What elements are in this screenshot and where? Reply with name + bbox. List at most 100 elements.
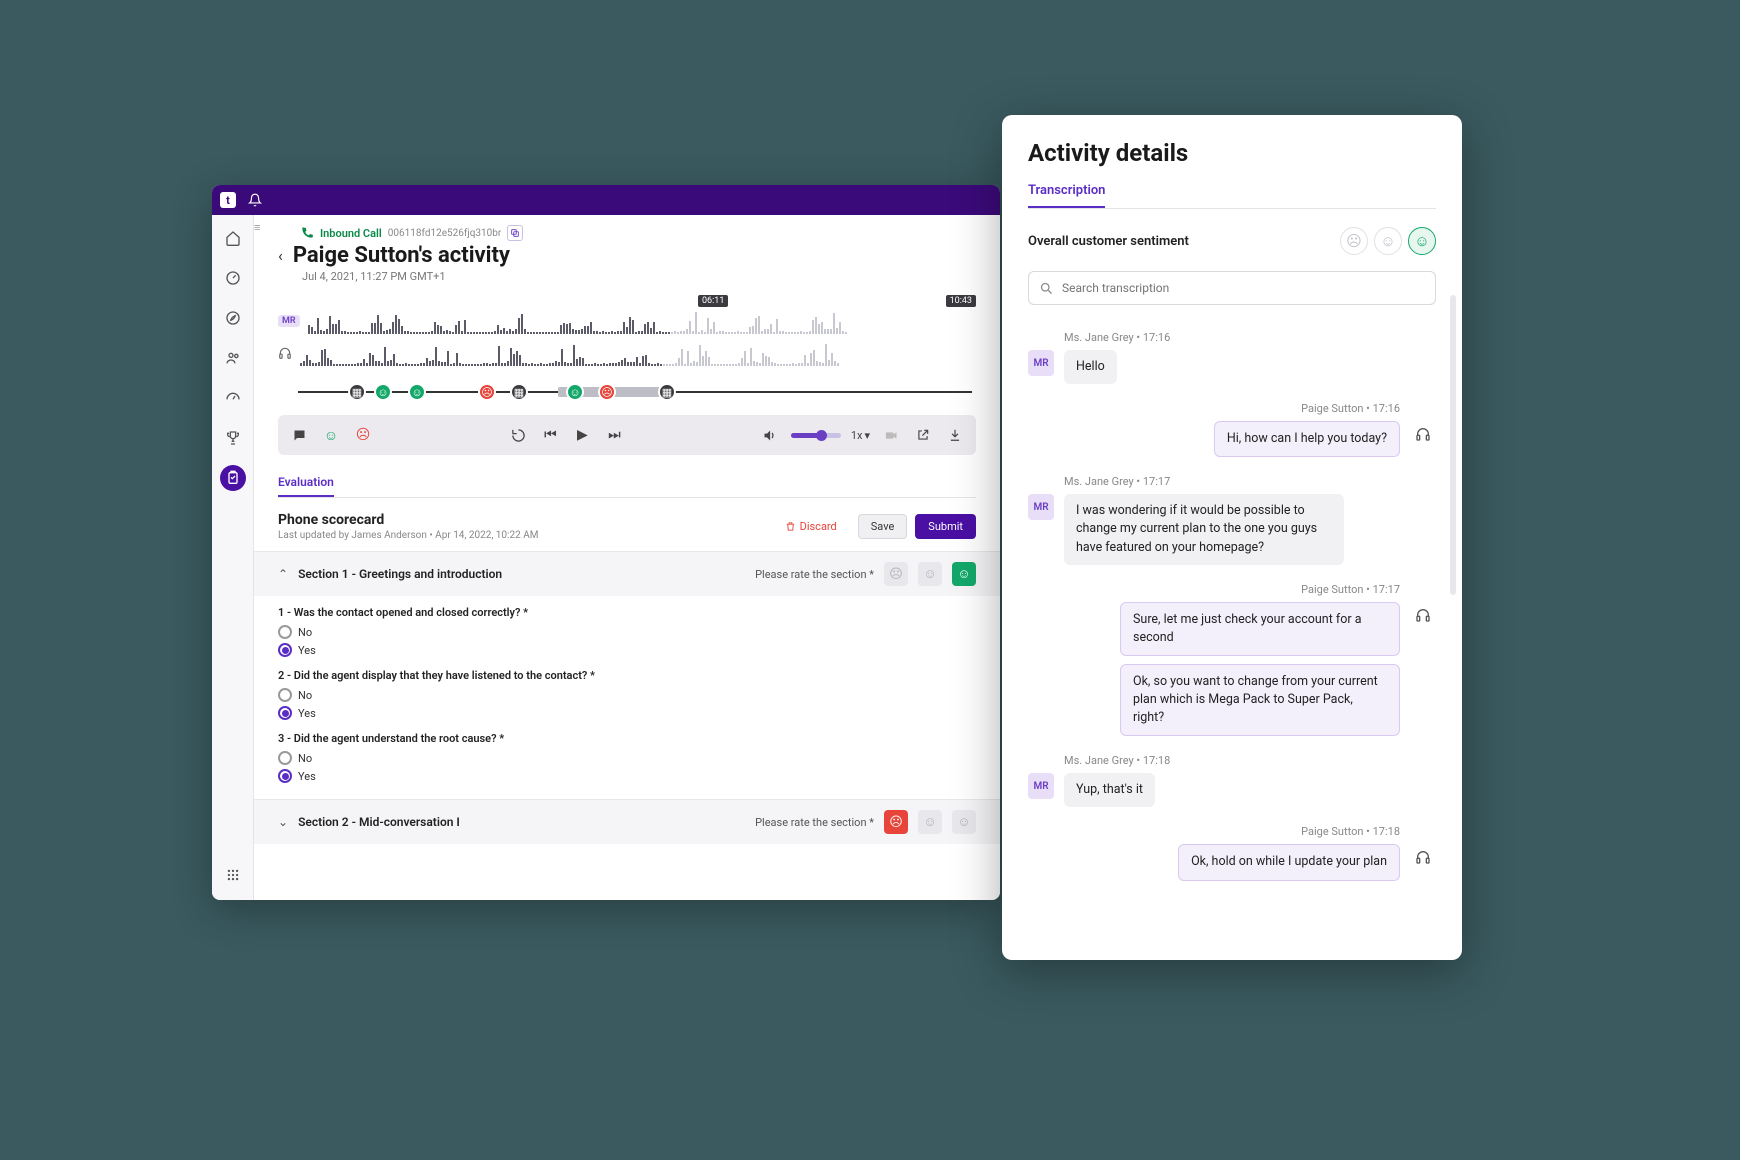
comment-icon[interactable] <box>288 424 310 446</box>
collapse-sidebar-icon[interactable]: ≡ <box>254 221 260 234</box>
gauge-icon[interactable] <box>220 265 246 291</box>
waveform-area: 06:11 10:43 MR ▦ ☺ ☺ ☹ ▦ <box>278 305 976 407</box>
chevron-down-icon[interactable]: ⌄ <box>278 815 288 829</box>
message-meta: Ms. Jane Grey • 17:18 <box>1064 754 1436 767</box>
speaker-badge: MR <box>278 315 300 327</box>
smile-icon[interactable]: ☺ <box>320 424 342 446</box>
answer-no[interactable]: No <box>278 625 976 639</box>
customer-avatar: MR <box>1028 773 1054 799</box>
rate-good-button[interactable]: ☺ <box>952 810 976 834</box>
rate-good-button[interactable]: ☺ <box>952 562 976 586</box>
chevron-up-icon[interactable]: ⌃ <box>278 567 288 581</box>
back-button[interactable]: ‹ <box>278 246 283 265</box>
note-marker-icon[interactable]: ▦ <box>510 383 528 401</box>
clipboard-icon[interactable] <box>220 465 246 491</box>
sidebar <box>212 215 254 900</box>
skip-forward-icon[interactable]: ⏭ <box>603 424 625 446</box>
apps-icon[interactable] <box>220 862 246 888</box>
customer-message: Hello <box>1064 350 1117 384</box>
submit-button[interactable]: Submit <box>915 514 976 539</box>
section-title: Section 1 - Greetings and introduction <box>298 567 745 581</box>
home-icon[interactable] <box>220 225 246 251</box>
page-title: Paige Sutton's activity <box>293 243 510 268</box>
section-2-header[interactable]: ⌄ Section 2 - Mid-conversation I Please … <box>254 799 1000 844</box>
rate-neutral-button[interactable]: ☺ <box>918 810 942 834</box>
trophy-icon[interactable] <box>220 425 246 451</box>
discard-button[interactable]: Discard <box>772 514 850 539</box>
sentiment-good-marker[interactable]: ☺ <box>374 383 392 401</box>
search-icon <box>1039 281 1054 296</box>
search-input-wrapper <box>1028 271 1436 305</box>
message-meta: Ms. Jane Grey • 17:16 <box>1064 331 1436 344</box>
scrollbar[interactable] <box>1450 295 1456 595</box>
question-label: 1 - Was the contact opened and closed co… <box>278 606 976 619</box>
playback-speed[interactable]: 1x ▾ <box>851 429 870 442</box>
activity-timestamp: Jul 4, 2021, 11:27 PM GMT+1 <box>302 270 976 283</box>
message-meta: Paige Sutton • 17:17 <box>1028 583 1400 596</box>
agent-message: Ok, so you want to change from your curr… <box>1120 664 1400 736</box>
people-icon[interactable] <box>220 345 246 371</box>
answer-yes[interactable]: Yes <box>278 643 976 657</box>
agent-message: Sure, let me just check your account for… <box>1120 602 1400 656</box>
main-content: ≡ Inbound Call 006118fd12e526fjq310br ‹ … <box>254 215 1000 900</box>
sentiment-good-marker[interactable]: ☺ <box>408 383 426 401</box>
popout-icon[interactable] <box>912 424 934 446</box>
details-title: Activity details <box>1028 139 1436 167</box>
rate-bad-button[interactable]: ☹ <box>884 810 908 834</box>
activity-window: t ≡ Inbound Call 006118fd12e526fjq310br <box>212 185 1000 900</box>
sentiment-bad-marker[interactable]: ☹ <box>598 383 616 401</box>
tab-evaluation[interactable]: Evaluation <box>278 469 334 497</box>
skip-back-icon[interactable]: ⏮ <box>539 424 561 446</box>
agent-waveform[interactable] <box>300 340 976 366</box>
video-icon[interactable] <box>880 424 902 446</box>
sentiment-good-marker[interactable]: ☺ <box>566 383 584 401</box>
volume-icon[interactable] <box>759 424 781 446</box>
timeline-track[interactable]: ▦ ☺ ☺ ☹ ▦ ☺ ☹ ▦ <box>278 377 976 407</box>
section-1-header[interactable]: ⌃ Section 1 - Greetings and introduction… <box>254 551 1000 596</box>
question-label: 2 - Did the agent display that they have… <box>278 669 976 682</box>
agent-message: Hi, how can I help you today? <box>1214 421 1400 457</box>
bell-icon[interactable] <box>246 191 264 209</box>
headphones-icon <box>278 346 292 360</box>
rate-neutral-button[interactable]: ☺ <box>918 562 942 586</box>
message-meta: Paige Sutton • 17:16 <box>1028 402 1400 415</box>
message-meta: Paige Sutton • 17:18 <box>1028 825 1400 838</box>
sentiment-good-icon[interactable]: ☺ <box>1408 227 1436 255</box>
sentiment-neutral-icon[interactable]: ☺ <box>1374 227 1402 255</box>
app-logo: t <box>220 192 236 208</box>
sentiment-label: Overall customer sentiment <box>1028 234 1334 249</box>
volume-slider[interactable] <box>791 433 841 438</box>
save-button[interactable]: Save <box>858 514 908 539</box>
play-icon[interactable]: ▶ <box>571 424 593 446</box>
transcript-list[interactable]: Ms. Jane Grey • 17:16 MR Hello Paige Sut… <box>1002 305 1462 950</box>
sentiment-bad-icon[interactable]: ☹ <box>1340 227 1368 255</box>
customer-message: I was wondering if it would be possible … <box>1064 494 1344 564</box>
scorecard-title: Phone scorecard <box>278 512 772 528</box>
compass-icon[interactable] <box>220 305 246 331</box>
note-marker-icon[interactable]: ▦ <box>348 383 366 401</box>
headphones-icon <box>1410 421 1436 447</box>
activity-details-panel: Activity details Transcription Overall c… <box>1002 115 1462 960</box>
replay-icon[interactable] <box>507 424 529 446</box>
customer-waveform[interactable] <box>308 308 976 334</box>
tab-transcription[interactable]: Transcription <box>1028 177 1105 208</box>
call-type-label: Inbound Call <box>320 227 382 240</box>
customer-avatar: MR <box>1028 494 1054 520</box>
copy-id-button[interactable] <box>507 225 523 241</box>
answer-no[interactable]: No <box>278 688 976 702</box>
answer-no[interactable]: No <box>278 751 976 765</box>
rate-bad-button[interactable]: ☹ <box>884 562 908 586</box>
frown-icon[interactable]: ☹ <box>352 424 374 446</box>
answer-yes[interactable]: Yes <box>278 769 976 783</box>
answer-yes[interactable]: Yes <box>278 706 976 720</box>
time-marker-a: 06:11 <box>698 295 728 307</box>
message-meta: Ms. Jane Grey • 17:17 <box>1064 475 1436 488</box>
speedometer-icon[interactable] <box>220 385 246 411</box>
agent-message: Ok, hold on while I update your plan <box>1178 844 1400 880</box>
search-input[interactable] <box>1062 281 1425 295</box>
question-label: 3 - Did the agent understand the root ca… <box>278 732 976 745</box>
download-icon[interactable] <box>944 424 966 446</box>
sentiment-bad-marker[interactable]: ☹ <box>478 383 496 401</box>
customer-avatar: MR <box>1028 350 1054 376</box>
note-marker-icon[interactable]: ▦ <box>658 383 676 401</box>
